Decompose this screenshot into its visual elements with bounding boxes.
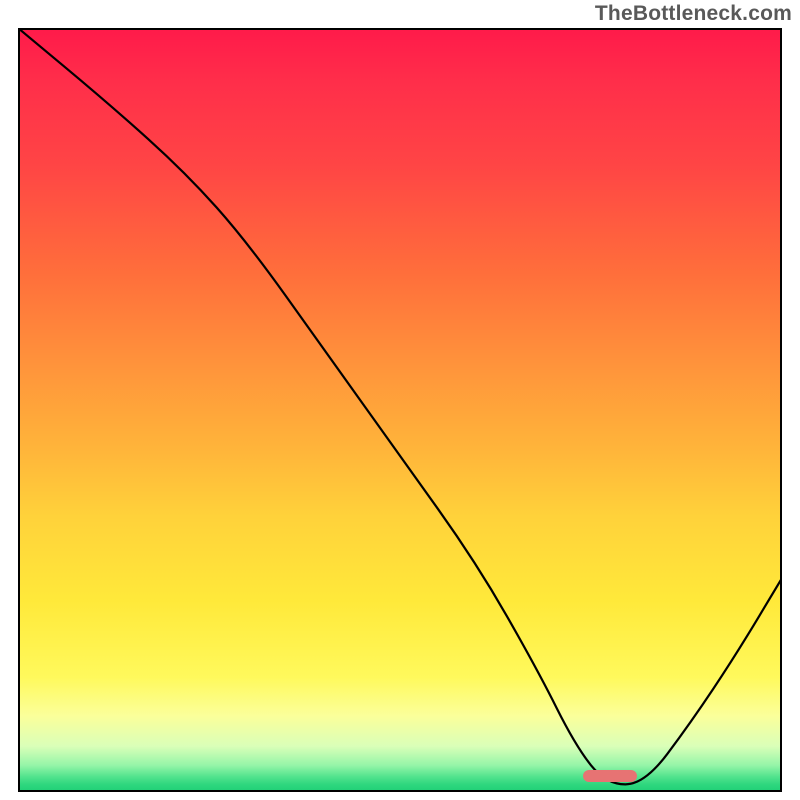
- plot-area: [18, 28, 782, 792]
- watermark-text: TheBottleneck.com: [595, 2, 792, 26]
- chart-container: TheBottleneck.com: [0, 0, 800, 800]
- optimal-marker: [583, 770, 636, 782]
- bottleneck-curve: [18, 28, 782, 792]
